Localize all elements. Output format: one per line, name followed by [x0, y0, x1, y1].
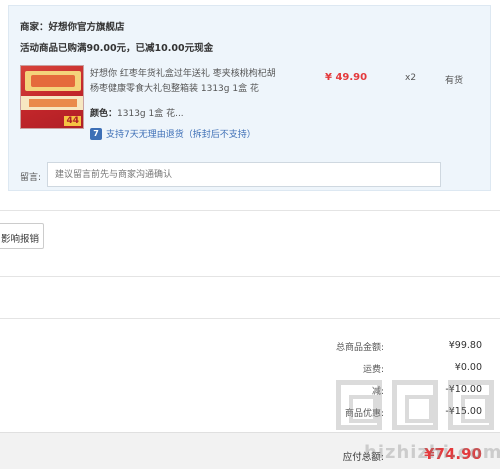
product-thumbnail[interactable]: 44 [20, 65, 84, 129]
product-tag: 44 [64, 116, 81, 126]
payable-label: 应付总额: [342, 452, 384, 463]
payable-value: ¥74.90 [424, 445, 482, 463]
watermark-glyph [392, 380, 438, 430]
gift-box-pattern-shape [31, 75, 75, 87]
product-quantity: x2 [405, 73, 417, 83]
product-price: ¥ 49.90 [325, 72, 368, 83]
stock-status: 有货 [445, 76, 464, 86]
invoice-button[interactable]: 影响报销 [0, 223, 44, 249]
coupon-value: -¥15.00 [445, 406, 482, 417]
divider [0, 210, 500, 211]
product-color: 颜色：1313g 1盒 花... [90, 106, 184, 119]
payment-footer: 应付总额: ¥74.90 [0, 432, 500, 469]
product-title[interactable]: 好想你 红枣年货礼盒过年送礼 枣夹核桃枸杞胡杨枣健康零食大礼包整箱装 1313g… [90, 67, 282, 97]
shop-name[interactable]: 商家：好想你官方旗舰店 [20, 19, 125, 33]
shipping-label: 运费: [362, 365, 384, 375]
return-policy-text: 支持7天无理由退货（拆封后不支持） [106, 130, 256, 140]
coupon-label: 商品优惠: [344, 409, 384, 419]
message-input[interactable] [47, 162, 441, 187]
return-policy[interactable]: 7 支持7天无理由退货（拆封后不支持） [90, 127, 256, 140]
return-policy-icon: 7 [90, 127, 102, 140]
divider [0, 276, 500, 277]
message-label: 留言: [20, 173, 42, 183]
shipping-value: ¥0.00 [454, 362, 482, 373]
goods-total-value: ¥99.80 [448, 340, 482, 351]
color-label: 颜色： [90, 109, 118, 119]
divider [0, 318, 500, 319]
goods-total-label: 总商品金额: [335, 343, 384, 353]
color-value: 1313g 1盒 花... [117, 109, 184, 119]
shop-order-box: 商家：好想你官方旗舰店 活动商品已购满90.00元，已减10.00元现金 44 … [8, 5, 491, 191]
gift-box-label-shape [29, 99, 77, 107]
discount-label: 减: [371, 387, 384, 397]
promo-text: 活动商品已购满90.00元，已减10.00元现金 [20, 43, 214, 54]
discount-value: -¥10.00 [445, 384, 482, 395]
